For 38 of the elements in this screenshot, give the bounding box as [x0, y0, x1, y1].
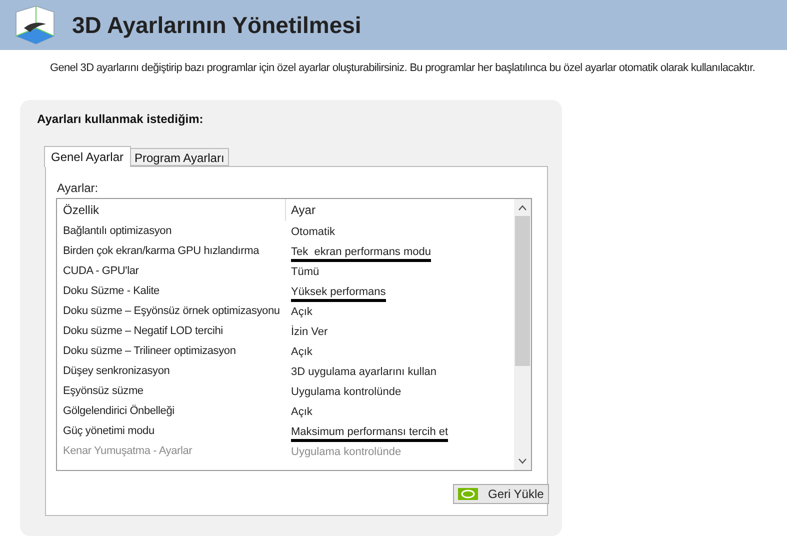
scrollbar[interactable]	[514, 199, 531, 470]
setting-cell: 3D uygulama ayarlarını kullan	[291, 366, 437, 378]
feature-cell-text: Doku Süzme - Kalite	[62, 284, 160, 299]
column-header[interactable]: Ayar	[286, 199, 514, 221]
setting-cell: Yüksek performans	[291, 286, 386, 302]
feature-cell-text: Birden çok ekran/karma GPU hızlandırma	[62, 244, 260, 259]
setting-cell: Otomatik	[291, 226, 336, 238]
feature-cell-text: Güç yönetimi modu	[62, 424, 156, 439]
tab[interactable]: Program Ayarları	[130, 148, 230, 166]
setting-cell: Uygulama kontrolünde	[291, 446, 402, 458]
feature-cell-text: Doku süzme – Eşyönsüz örnek optimizasyonu	[62, 304, 281, 319]
tab[interactable]: Genel Ayarlar	[44, 146, 130, 167]
scroll-up-icon[interactable]	[518, 205, 527, 211]
feature-cell-text: Gölgelendirici Önbelleği	[62, 404, 176, 419]
feature-cell-text: Doku süzme – Negatif LOD tercihi	[62, 324, 224, 339]
feature-cell-text: Eşyönsüz süzme	[62, 384, 144, 399]
restore-button[interactable]: Geri Yükle	[453, 484, 549, 504]
scroll-down-icon[interactable]	[518, 458, 527, 464]
scroll-thumb[interactable]	[515, 216, 530, 366]
setting-cell: Tümü	[291, 266, 320, 278]
section-title: Ayarları kullanmak istediğim:	[37, 111, 204, 128]
feature-cell-text: Bağlantılı optimizasyon	[62, 224, 173, 239]
feature-cell-text: Doku süzme – Trilineer optimizasyon	[62, 344, 237, 359]
feature-cell-text: Düşey senkronizasyon	[62, 364, 171, 379]
setting-cell: Açık	[291, 406, 312, 418]
list-label: Ayarlar:	[57, 180, 98, 197]
setting-cell: İzin Ver	[291, 326, 328, 338]
feature-cell-text: CUDA - GPU'lar	[62, 264, 140, 279]
eye-logo-icon	[458, 488, 478, 500]
setting-cell: Maksimum performansı tercih et	[291, 426, 448, 442]
description-text: Genel 3D ayarlarını değiştirip bazı programlar için özel ayarlar oluşturabilirsiniz. Bu programlar her başlatılınca bu özel ayarlar otomatik olarak kullanılacaktır.	[50, 61, 756, 76]
setting-cell: Uygulama kontrolünde	[291, 386, 402, 398]
feature-cell-text: Kenar Yumuşatma - Ayarlar	[62, 444, 194, 459]
page-title: 3D Ayarlarının Yönetilmesi	[72, 10, 362, 40]
setting-cell: Tek ekran performans modu	[291, 246, 432, 262]
setting-cell: Açık	[291, 346, 312, 358]
column-header[interactable]: Özellik	[57, 199, 286, 221]
setting-cell: Açık	[291, 306, 312, 318]
